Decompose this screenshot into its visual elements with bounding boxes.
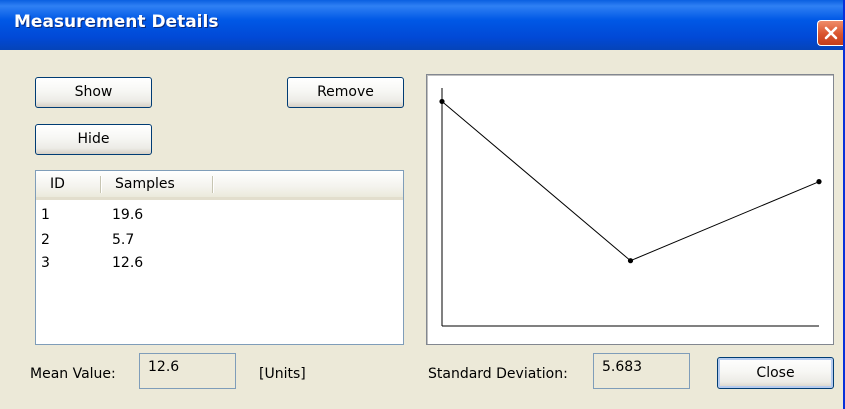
column-separator[interactable]	[100, 176, 101, 193]
title-bar[interactable]: Measurement Details	[0, 0, 843, 50]
standard-deviation-label: Standard Deviation:	[428, 366, 568, 382]
data-points	[439, 98, 822, 264]
row-id: 1	[41, 207, 50, 223]
data-point	[627, 258, 634, 264]
row-sample: 5.7	[112, 232, 135, 248]
samples-list[interactable]: ID Samples 1 19.6 2 5.7 3 12.6	[35, 170, 404, 345]
show-button[interactable]: Show	[35, 77, 152, 108]
measurement-details-window: Measurement Details Show Remove Hide ID …	[0, 0, 845, 409]
series-line	[441, 101, 820, 262]
table-row[interactable]: 2 5.7	[36, 232, 403, 248]
remove-button[interactable]: Remove	[287, 77, 404, 108]
mean-value-field: 12.6	[139, 353, 236, 389]
column-header-id[interactable]: ID	[50, 171, 65, 197]
data-point	[816, 179, 822, 185]
data-point	[439, 98, 445, 105]
row-id: 2	[41, 232, 50, 248]
row-sample: 12.6	[112, 255, 144, 271]
plot-canvas	[439, 88, 822, 327]
hide-button[interactable]: Hide	[35, 124, 152, 155]
row-sample: 19.6	[112, 207, 144, 223]
window-close-button[interactable]	[817, 20, 843, 46]
table-row[interactable]: 3 12.6	[36, 255, 403, 271]
column-separator[interactable]	[212, 176, 213, 193]
row-id: 3	[41, 255, 50, 271]
standard-deviation-field: 5.683	[593, 353, 690, 389]
samples-plot	[426, 74, 834, 345]
close-button[interactable]: Close	[717, 357, 834, 389]
list-header: ID Samples	[36, 171, 403, 200]
units-label: [Units]	[259, 366, 306, 382]
mean-value-label: Mean Value:	[30, 366, 116, 382]
column-header-samples[interactable]: Samples	[115, 171, 175, 197]
close-icon	[824, 26, 838, 40]
table-row[interactable]: 1 19.6	[36, 207, 403, 223]
window-title: Measurement Details	[14, 12, 219, 32]
